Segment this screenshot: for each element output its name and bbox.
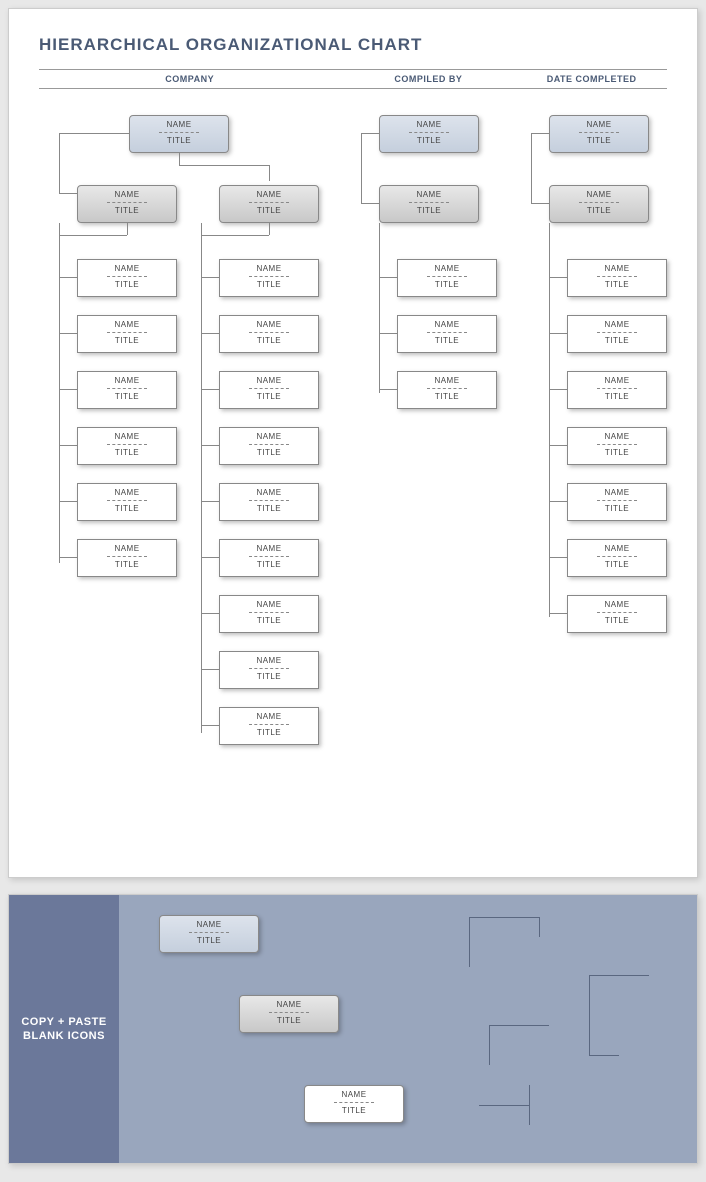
node-title: TITLE bbox=[130, 136, 228, 145]
header-company[interactable]: COMPANY bbox=[39, 70, 340, 88]
header-date-completed[interactable]: DATE COMPLETED bbox=[516, 70, 667, 88]
copy-paste-label: COPY + PASTE BLANK ICONS bbox=[9, 895, 119, 1163]
org-node-leaf[interactable]: NAMETITLE bbox=[219, 427, 319, 465]
org-node-leaf[interactable]: NAMETITLE bbox=[77, 315, 177, 353]
org-node-leaf[interactable]: NAMETITLE bbox=[567, 315, 667, 353]
org-node-leaf[interactable]: NAMETITLE bbox=[567, 371, 667, 409]
node-divider bbox=[107, 202, 147, 203]
org-node-leaf[interactable]: NAMETITLE bbox=[219, 315, 319, 353]
node-name: NAME bbox=[130, 120, 228, 129]
org-node-leaf[interactable]: NAMETITLE bbox=[219, 651, 319, 689]
org-node-leaf[interactable]: NAMETITLE bbox=[397, 371, 497, 409]
copy-paste-body: NAMETITLE NAMETITLE NAMETITLE bbox=[119, 895, 697, 1163]
header-compiled-by[interactable]: COMPILED BY bbox=[340, 70, 516, 88]
org-node-manager[interactable]: NAMETITLE bbox=[549, 185, 649, 223]
org-node-manager[interactable]: NAMETITLE bbox=[379, 185, 479, 223]
copy-paste-panel: COPY + PASTE BLANK ICONS NAMETITLE NAMET… bbox=[8, 894, 698, 1164]
blank-node-top[interactable]: NAMETITLE bbox=[159, 915, 259, 953]
node-divider bbox=[249, 202, 289, 203]
org-node-leaf[interactable]: NAMETITLE bbox=[219, 259, 319, 297]
org-node-leaf[interactable]: NAMETITLE bbox=[219, 371, 319, 409]
org-node-leaf[interactable]: NAMETITLE bbox=[77, 539, 177, 577]
org-node-leaf[interactable]: NAMETITLE bbox=[219, 539, 319, 577]
org-node-leaf[interactable]: NAMETITLE bbox=[219, 595, 319, 633]
org-node-leaf[interactable]: NAMETITLE bbox=[77, 371, 177, 409]
org-node-leaf[interactable]: NAMETITLE bbox=[567, 539, 667, 577]
org-node-manager[interactable]: NAME TITLE bbox=[77, 185, 177, 223]
org-node-leaf[interactable]: NAMETITLE bbox=[567, 259, 667, 297]
org-node-top[interactable]: NAMETITLE bbox=[549, 115, 649, 153]
node-name: NAME bbox=[220, 190, 318, 199]
node-name: NAME bbox=[78, 190, 176, 199]
org-node-leaf[interactable]: NAMETITLE bbox=[567, 483, 667, 521]
org-node-leaf[interactable]: NAMETITLE bbox=[219, 707, 319, 745]
org-node-leaf[interactable]: NAMETITLE bbox=[219, 483, 319, 521]
org-node-leaf[interactable]: NAMETITLE bbox=[397, 315, 497, 353]
node-title: TITLE bbox=[220, 206, 318, 215]
org-node-leaf[interactable]: NAMETITLE bbox=[77, 427, 177, 465]
org-node-top[interactable]: NAMETITLE bbox=[379, 115, 479, 153]
org-node-leaf[interactable]: NAMETITLE bbox=[77, 483, 177, 521]
org-node-leaf[interactable]: NAMETITLE bbox=[77, 259, 177, 297]
node-divider bbox=[159, 132, 199, 133]
page-title: HIERARCHICAL ORGANIZATIONAL CHART bbox=[39, 35, 667, 55]
org-node-leaf[interactable]: NAMETITLE bbox=[397, 259, 497, 297]
node-title: TITLE bbox=[78, 206, 176, 215]
blank-node-leaf[interactable]: NAMETITLE bbox=[304, 1085, 404, 1123]
header-row: COMPANY COMPILED BY DATE COMPLETED bbox=[39, 69, 667, 89]
org-chart-area: NAME TITLE NAME TITLE NAME TITLE bbox=[39, 97, 667, 847]
org-node-leaf[interactable]: NAMETITLE bbox=[567, 595, 667, 633]
org-node-leaf[interactable]: NAMETITLE bbox=[567, 427, 667, 465]
org-node-top[interactable]: NAME TITLE bbox=[129, 115, 229, 153]
blank-node-mid[interactable]: NAMETITLE bbox=[239, 995, 339, 1033]
org-node-manager[interactable]: NAME TITLE bbox=[219, 185, 319, 223]
template-page: HIERARCHICAL ORGANIZATIONAL CHART COMPAN… bbox=[8, 8, 698, 878]
